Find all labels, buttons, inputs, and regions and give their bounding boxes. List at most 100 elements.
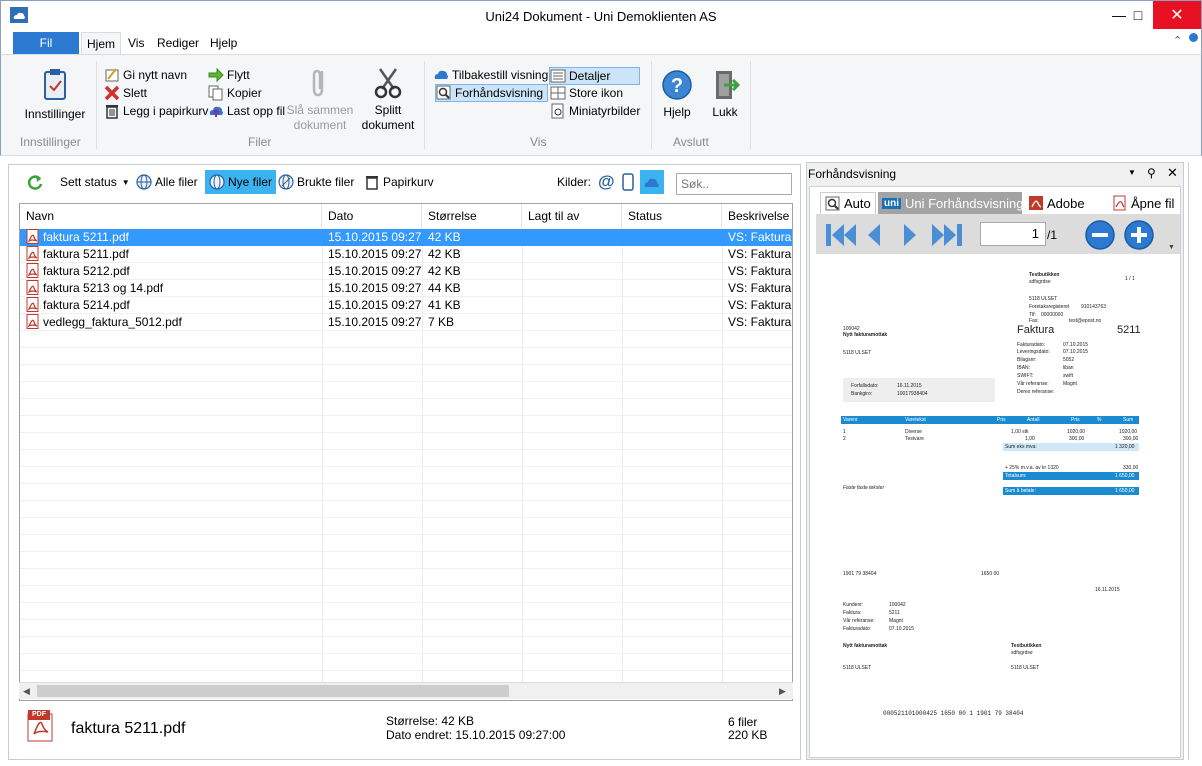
table-row[interactable]: faktura 5214.pdf 15.10.2015 09:27 41 KB VS:… [20,297,792,314]
table-row[interactable]: faktura 5211.pdf 15.10.2015 09:27 42 KB VS:… [20,229,792,246]
scissors-icon [374,68,402,99]
tab-adobe[interactable]: Adobe [1024,192,1089,214]
nye-filer-button[interactable]: Nye filer [205,170,277,194]
cell-added-by [522,246,622,263]
zoom-out-icon[interactable] [1084,219,1116,251]
preview-dropdown-icon[interactable]: ▼ [1128,168,1136,177]
cell-navn: faktura 5212.pdf [20,263,322,280]
cell-added-by [522,297,622,314]
menu-hjem[interactable]: Hjem [81,32,122,56]
maximize-button[interactable]: □ [1123,1,1153,29]
zoom-in-icon[interactable] [1123,219,1155,251]
column-header-navn[interactable]: Navn [20,204,322,228]
close-button[interactable]: ✕ [1153,1,1201,29]
last-page-button[interactable] [928,222,962,248]
splitt-dokument-button[interactable]: Splitt dokument [357,67,419,133]
globe-new-icon [209,174,225,190]
last-opp-fil-button[interactable]: Last opp fil [208,102,285,120]
column-header-dato[interactable]: Dato [322,204,422,228]
tab-apne-fil[interactable]: Åpne fil [1108,192,1179,214]
exit-door-icon [716,71,741,99]
invoice-table-header [841,416,1139,424]
table-row[interactable]: faktura 5211.pdf 15.10.2015 09:27 42 KB VS:… [20,246,792,263]
group-separator [424,61,425,149]
cell-added-by [522,229,622,246]
next-page-button[interactable] [900,222,922,248]
tab-auto-label: Auto [844,196,871,211]
refresh-icon [27,175,43,190]
slett-button[interactable]: Slett [104,84,147,102]
preview-close-icon[interactable]: ✕ [1167,165,1178,181]
cell-navn: faktura 5211.pdf [20,229,322,246]
cell-added-by [522,314,622,331]
legg-i-papirkurv-button[interactable]: Legg i papirkurv [104,102,208,120]
menu-fil[interactable]: Fil [13,32,79,54]
horizontal-scrollbar[interactable]: ◀ ▶ [19,682,793,699]
innstillinger-button[interactable]: Innstillinger [17,69,93,122]
legg-i-papirkurv-label: Legg i papirkurv [123,104,209,118]
flytt-button[interactable]: Flytt [208,66,250,84]
email-source-icon[interactable]: @ [598,170,615,194]
tab-auto[interactable]: Auto [820,192,876,214]
invoice-mva-l: + 25% m.v.a. av kr 1320 [1005,465,1059,471]
help-question-icon: ? [662,70,692,100]
page-number-input[interactable]: 1 [980,222,1046,246]
cell-desc: VS: Faktura f [728,230,793,244]
kopier-button[interactable]: Kopier [208,84,262,102]
menu-rediger[interactable]: Rediger [152,32,204,54]
table-row[interactable]: faktura 5213 og 14.pdf 15.10.2015 09:27 44… [20,280,792,297]
tilbakestill-visning-button[interactable]: Tilbakestill visning [433,66,548,84]
papirkurv-button[interactable]: Papirkurv [364,170,434,194]
table-row[interactable]: faktura 5212.pdf 15.10.2015 09:27 42 KB VS:… [20,263,792,280]
dropdown-arrow-icon: ▼ [121,177,130,187]
miniatyrbilder-button[interactable]: Miniatyrbilder [550,102,640,120]
tab-uni-forhandsvisning[interactable]: uni Uni Forhåndsvisning [878,192,1024,214]
table-row[interactable]: vedlegg_faktura_5012.pdf 15.10.2015 09:27… [20,314,792,331]
scroll-left-icon[interactable]: ◀ [23,686,30,697]
invoice-th-pct: % [1097,417,1102,423]
invoice-l2-no: 2 [843,436,846,442]
giro-kid-line: 000521101000425 1650 00 1 1901 79 38404 [883,710,1024,717]
refresh-button[interactable] [26,170,47,194]
splitt-label-2: dokument [361,118,415,132]
store-ikon-button[interactable]: Store ikon [550,84,623,102]
sla-sammen-dokument-button[interactable]: Slå sammen dokument [285,67,355,133]
selected-modified: Dato endret: 15.10.2015 09:27:00 [386,728,566,742]
pin-icon[interactable]: ⚲ [1147,166,1156,180]
scroll-right-icon[interactable]: ▶ [779,686,786,697]
paperclip-icon [312,69,324,97]
scrollbar-thumb[interactable] [37,685,509,697]
alle-filer-button[interactable]: Alle filer [136,170,198,194]
giro-pay-addr: 5118 ULSET [843,665,872,671]
menu-vis[interactable]: Vis [123,32,149,54]
cloud-source-icon[interactable] [640,170,664,194]
selected-filename: faktura 5211.pdf [71,720,186,737]
hjelp-button[interactable]: ? Hjelp [657,69,697,120]
pdf-scroll-down-icon[interactable]: ▼ [1168,244,1175,251]
detaljer-button[interactable]: Detaljer [549,67,640,85]
lukk-button[interactable]: Lukk [705,69,745,120]
search-input[interactable] [676,173,792,195]
first-page-button[interactable] [826,222,856,248]
column-header-lagt-til-av[interactable]: Lagt til av [522,204,622,228]
ribbon-collapse-icon[interactable]: ⌃ [1173,34,1182,47]
giro-vref-v: Magnt [889,618,903,624]
brukte-filer-button[interactable]: Brukte filer [278,170,354,194]
cell-date: 15.10.2015 09:27 [328,247,422,261]
invoice-l2-qty: 1,00 [1025,436,1035,442]
preview-magnifier-icon [436,85,451,100]
forhandsvisning-button[interactable]: Forhåndsvisning [435,84,549,102]
previous-page-button[interactable] [864,222,886,248]
sett-status-dropdown[interactable]: Sett status ▼ [60,170,130,194]
file-name: vedlegg_faktura_5012.pdf [43,315,182,329]
column-header-storrelse[interactable]: Størrelse [422,204,522,228]
menu-hjelp[interactable]: Hjelp [205,32,242,54]
invoice-l2-text: Testvare [905,436,924,442]
trash-icon [366,176,378,190]
mobile-source-icon[interactable] [622,170,634,194]
cell-size: 42 KB [428,264,461,278]
column-header-status[interactable]: Status [622,204,722,228]
column-header-beskrivelse[interactable]: Beskrivelse [722,204,792,228]
help-dot-icon[interactable] [1189,33,1198,42]
gi-nytt-navn-button[interactable]: Gi nytt navn [104,66,187,84]
